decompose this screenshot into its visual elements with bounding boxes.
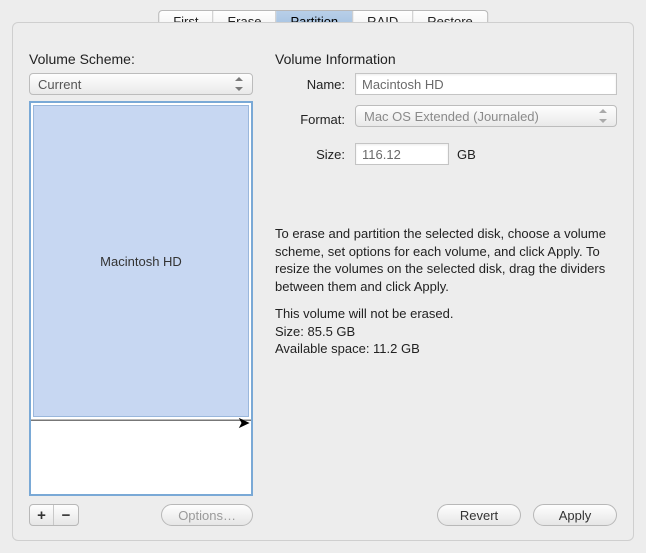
size-value: 116.12	[362, 147, 401, 162]
main-panel: Volume Scheme: Current Macintosh HD ➤ + …	[12, 22, 634, 541]
help-paragraph: To erase and partition the selected disk…	[275, 225, 617, 295]
dropdown-arrows-icon	[234, 77, 244, 91]
format-label: Format:	[275, 112, 345, 127]
apply-button[interactable]: Apply	[533, 504, 617, 526]
volume-information-title: Volume Information	[275, 51, 617, 67]
size-unit: GB	[457, 147, 476, 162]
size-field[interactable]: 116.12	[355, 143, 449, 165]
volume-scheme-title: Volume Scheme:	[29, 51, 253, 67]
dropdown-arrows-icon	[598, 109, 608, 123]
remove-partition-button[interactable]: −	[54, 505, 78, 525]
erase-note: This volume will not be erased.	[275, 306, 453, 321]
format-value: Mac OS Extended (Journaled)	[364, 109, 539, 124]
volume-scheme-dropdown[interactable]: Current	[29, 73, 253, 95]
name-label: Name:	[275, 77, 345, 92]
partition-volume-label: Macintosh HD	[100, 254, 182, 269]
add-partition-button[interactable]: +	[30, 505, 54, 525]
format-dropdown[interactable]: Mac OS Extended (Journaled)	[355, 105, 617, 127]
revert-button[interactable]: Revert	[437, 504, 521, 526]
options-button[interactable]: Options…	[161, 504, 253, 526]
info-available-line: Available space: 11.2 GB	[275, 341, 420, 356]
name-field[interactable]: Macintosh HD	[355, 73, 617, 95]
partition-divider-handle[interactable]	[31, 419, 251, 421]
partition-layout-box[interactable]: Macintosh HD ➤	[29, 101, 253, 496]
name-value: Macintosh HD	[362, 77, 444, 92]
info-size-line: Size: 85.5 GB	[275, 324, 355, 339]
volume-scheme-value: Current	[38, 77, 81, 92]
help-text-block: To erase and partition the selected disk…	[275, 225, 617, 368]
add-remove-segmented: + −	[29, 504, 79, 526]
partition-volume[interactable]: Macintosh HD	[33, 105, 249, 417]
size-label: Size:	[275, 147, 345, 162]
